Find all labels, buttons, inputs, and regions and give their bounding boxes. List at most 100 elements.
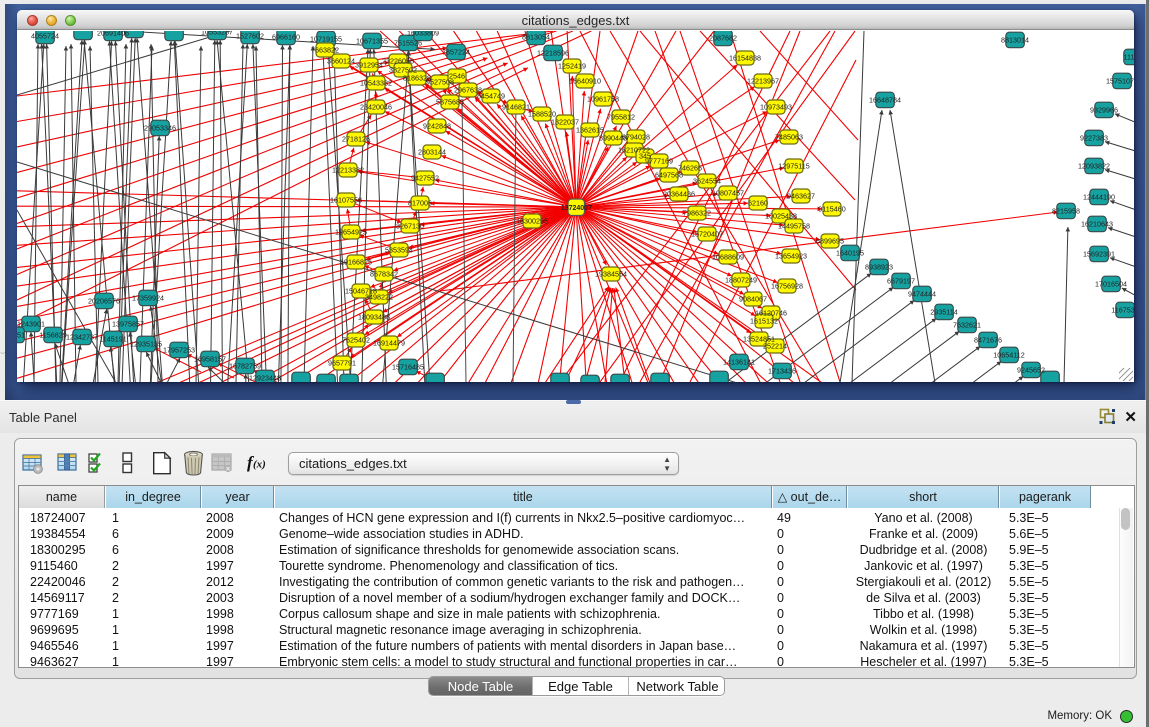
svg-text:10025438: 10025438 <box>765 211 797 220</box>
svg-text:2803144: 2803144 <box>418 147 446 156</box>
svg-text:10807457: 10807457 <box>712 188 744 197</box>
svg-text:15751074: 15751074 <box>1106 76 1134 85</box>
svg-text:20364436: 20364436 <box>663 189 695 198</box>
svg-text:18300295: 18300295 <box>516 216 548 225</box>
svg-text:17016504: 17016504 <box>1095 279 1127 288</box>
svg-text:1640195: 1640195 <box>836 248 864 257</box>
svg-text:19384554: 19384554 <box>595 269 627 278</box>
svg-text:1145191: 1145191 <box>99 334 126 343</box>
svg-text:8678342: 8678342 <box>370 269 398 278</box>
svg-text:1527602: 1527602 <box>236 31 264 40</box>
svg-text:1713436: 1713436 <box>768 366 796 375</box>
svg-text:9242848: 9242848 <box>423 121 451 130</box>
svg-text:5353594: 5353594 <box>385 245 413 254</box>
svg-text:(x): (x) <box>253 459 266 471</box>
svg-text:1252419: 1252419 <box>558 61 586 70</box>
svg-text:7986322: 7986322 <box>683 208 711 217</box>
svg-text:16782759: 16782759 <box>229 361 261 370</box>
svg-text:16033809: 16033809 <box>407 31 439 37</box>
svg-text:17359924: 17359924 <box>132 293 164 302</box>
svg-text:3267130: 3267130 <box>396 221 424 230</box>
svg-text:20691406: 20691406 <box>97 31 129 37</box>
svg-text:12213382: 12213382 <box>332 165 364 174</box>
svg-text:6679197: 6679197 <box>887 276 915 285</box>
svg-text:8938923: 8938923 <box>865 262 893 271</box>
svg-text:23226058: 23226058 <box>382 56 414 65</box>
svg-text:2718126: 2718126 <box>342 134 370 143</box>
svg-text:1156829: 1156829 <box>39 330 66 339</box>
svg-text:15720407: 15720407 <box>691 229 723 238</box>
svg-text:10973493: 10973493 <box>760 102 792 111</box>
svg-text:6899695: 6899695 <box>816 236 844 245</box>
svg-text:4055724: 4055724 <box>31 31 59 40</box>
svg-text:29053346: 29053346 <box>144 123 176 132</box>
svg-text:12923448: 12923448 <box>249 373 281 382</box>
svg-text:3660124: 3660124 <box>327 56 355 65</box>
svg-text:3498222: 3498222 <box>365 292 393 301</box>
svg-text:8813014: 8813014 <box>1001 35 1029 44</box>
svg-text:16958157: 16958157 <box>194 354 226 363</box>
svg-text:8813054: 8813054 <box>522 32 550 41</box>
svg-text:10719155: 10719155 <box>310 34 342 43</box>
svg-text:9777169: 9777169 <box>645 156 673 165</box>
svg-text:39151: 39151 <box>17 330 25 339</box>
svg-text:18807249: 18807249 <box>725 275 757 284</box>
svg-text:16756928: 16756928 <box>771 281 803 290</box>
svg-text:1243901: 1243901 <box>17 319 45 328</box>
svg-text:16154838: 16154838 <box>729 53 761 62</box>
svg-text:7632621: 7632621 <box>953 320 981 329</box>
svg-text:7955812: 7955812 <box>607 112 635 121</box>
svg-text:2935114: 2935114 <box>930 307 957 316</box>
svg-text:10961758: 10961758 <box>587 94 619 103</box>
svg-text:8215958: 8215958 <box>1052 206 1080 215</box>
svg-text:10553287: 10553287 <box>201 31 233 36</box>
svg-text:5875685: 5875685 <box>436 97 464 106</box>
svg-text:9657791: 9657791 <box>328 358 356 367</box>
svg-text:12444190: 12444190 <box>1083 192 1115 201</box>
svg-text:9329966: 9329966 <box>1090 105 1118 114</box>
svg-text:18724007: 18724007 <box>561 205 592 212</box>
svg-text:10688609: 10688609 <box>712 252 744 261</box>
svg-text:14136141: 14136141 <box>723 357 755 366</box>
svg-text:13975857: 13975857 <box>112 319 144 328</box>
svg-text:1167534: 1167534 <box>1111 305 1134 314</box>
svg-text:13654923: 13654923 <box>775 251 807 260</box>
svg-text:15692391: 15692391 <box>1083 249 1115 258</box>
svg-text:16914479: 16914479 <box>373 338 405 347</box>
svg-text:3624554: 3624554 <box>693 176 721 185</box>
svg-text:14495758: 14495758 <box>778 221 810 230</box>
svg-text:252214: 252214 <box>763 341 787 350</box>
svg-text:10543382: 10543382 <box>360 78 392 87</box>
svg-text:9084067: 9084067 <box>739 294 767 303</box>
svg-text:7857224: 7857224 <box>442 47 470 56</box>
svg-text:10671355: 10671355 <box>356 36 388 45</box>
svg-text:9146821: 9146821 <box>502 102 530 111</box>
svg-text:3912954: 3912954 <box>355 60 383 69</box>
svg-text:23420046: 23420046 <box>360 102 392 111</box>
svg-text:62160: 62160 <box>748 198 768 207</box>
svg-text:8454749: 8454749 <box>477 91 505 100</box>
svg-text:17957253: 17957253 <box>163 345 195 354</box>
svg-text:19166825: 19166825 <box>340 257 372 266</box>
svg-text:817006: 817006 <box>408 198 432 207</box>
svg-text:9463627: 9463627 <box>787 191 815 200</box>
svg-text:9427552: 9427552 <box>411 173 439 182</box>
svg-text:12975115: 12975115 <box>778 161 809 170</box>
svg-text:8471676: 8471676 <box>974 335 1002 344</box>
svg-text:1322037: 1322037 <box>551 117 579 126</box>
svg-text:16640910: 16640910 <box>569 76 601 85</box>
svg-text:7515526: 7515526 <box>394 38 422 47</box>
svg-text:9115460: 9115460 <box>818 204 845 213</box>
svg-text:12218596: 12218596 <box>537 48 569 57</box>
svg-text:16107558: 16107558 <box>330 195 362 204</box>
svg-text:9474444: 9474444 <box>908 289 936 298</box>
svg-text:12213967: 12213967 <box>747 76 779 85</box>
svg-text:11123: 11123 <box>1124 52 1134 61</box>
svg-text:7625402: 7625402 <box>342 335 370 344</box>
svg-text:12093822: 12093822 <box>1078 161 1110 170</box>
svg-text:19654925: 19654925 <box>335 227 367 236</box>
svg-text:6794028: 6794028 <box>622 132 650 141</box>
svg-text:6966160: 6966160 <box>272 32 300 41</box>
svg-text:20206576: 20206576 <box>88 296 120 305</box>
svg-text:12342737: 12342737 <box>66 332 98 341</box>
